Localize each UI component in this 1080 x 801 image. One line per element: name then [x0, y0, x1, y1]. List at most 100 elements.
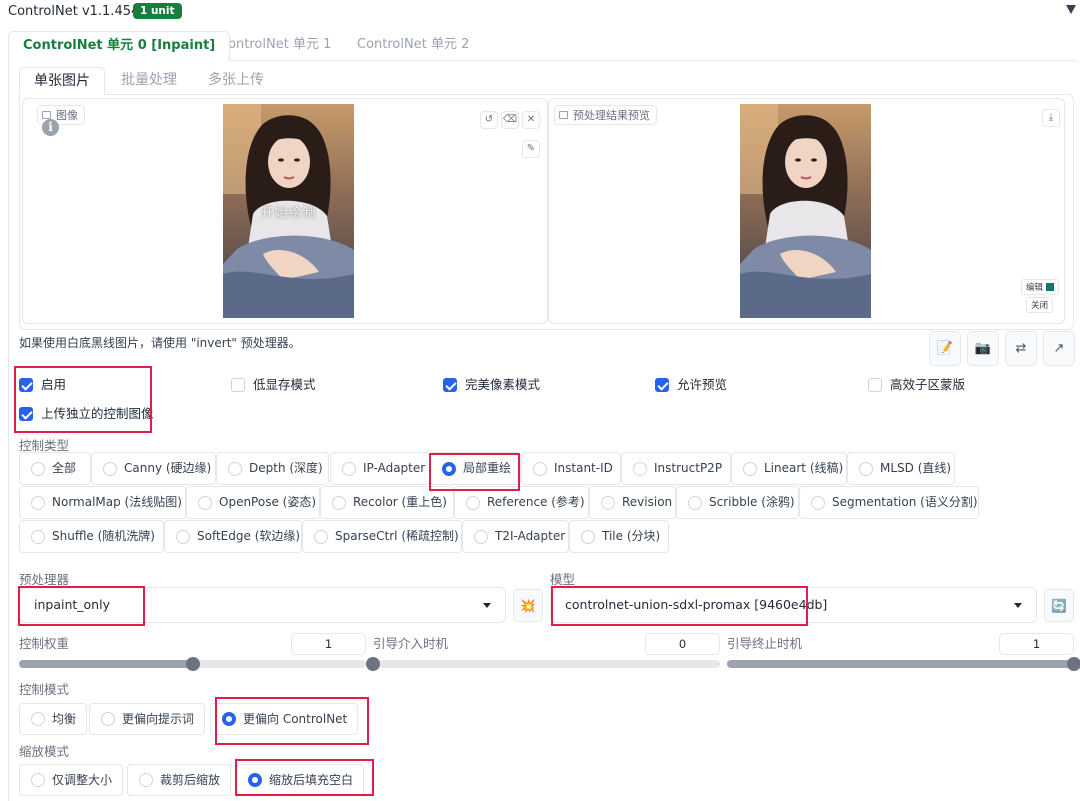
radio-dot [811, 496, 825, 510]
guidance-end-input[interactable]: 1 [999, 633, 1074, 655]
refresh-models-button[interactable]: 🔄 [1044, 589, 1074, 622]
edit-tool-button[interactable]: 📝 [929, 331, 961, 366]
undo-button[interactable]: ↺ [480, 111, 498, 129]
low-vram-checkbox[interactable]: 低显存模式 [231, 376, 316, 394]
control-type-lineart[interactable]: Lineart (线稿) [731, 452, 847, 485]
slider-thumb[interactable] [185, 657, 200, 671]
control-type-depth-label: Depth (深度) [249, 461, 323, 475]
control-type-instructp2p[interactable]: InstructP2P [621, 452, 731, 485]
control-weight-slider[interactable] [19, 657, 366, 671]
control-mode-label: 控制模式 [19, 682, 70, 697]
checkbox-box [231, 378, 245, 392]
start-drawing-text: 开始绘制 [260, 206, 317, 221]
info-icon[interactable]: i [42, 119, 59, 136]
control-type-reference[interactable]: Reference (参考) [454, 486, 589, 519]
preprocessor-label: 预处理器 [19, 572, 70, 587]
control-type-ip-adapter[interactable]: IP-Adapter [330, 452, 430, 485]
control-mode-controlnet[interactable]: 更偏向 ControlNet [210, 703, 359, 735]
control-type-inpaint[interactable]: 局部重绘 [430, 452, 521, 485]
camera-button[interactable]: 📷 [967, 331, 999, 366]
control-type-all[interactable]: 全部 [19, 452, 91, 485]
radio-dot [466, 496, 480, 510]
pixel-perfect-label: 完美像素模式 [465, 377, 541, 392]
control-type-recolor[interactable]: Recolor (重上色) [320, 486, 454, 519]
control-type-t2i-adapter[interactable]: T2I-Adapter [462, 520, 569, 553]
checkbox-box [443, 378, 457, 392]
checkbox-box [19, 378, 33, 392]
swap-button[interactable]: ⇄ [1005, 331, 1037, 366]
run-preprocessor-button[interactable]: 💥 [513, 589, 543, 622]
image-icon [42, 111, 51, 119]
enable-label: 启用 [41, 377, 67, 392]
control-weight-input[interactable]: 1 [291, 633, 366, 655]
control-type-lineart-label: Lineart (线稿) [764, 461, 844, 475]
control-type-softedge[interactable]: SoftEdge (软边缘) [164, 520, 302, 553]
control-mode-prompt[interactable]: 更偏向提示词 [89, 703, 206, 735]
send-dimensions-button[interactable]: ↗ [1043, 331, 1075, 366]
close-button[interactable]: ✕ [522, 111, 540, 129]
brush-button[interactable]: ✎ [522, 140, 540, 158]
control-type-tile[interactable]: Tile (分块) [569, 520, 669, 553]
download-button[interactable]: ⤓ [1042, 109, 1060, 127]
control-type-normalmap[interactable]: NormalMap (法线贴图) [19, 486, 186, 519]
control-type-reference-label: Reference (参考) [487, 495, 585, 509]
preview-label: 预处理结果预览 [554, 105, 657, 125]
slider-thumb[interactable] [1067, 657, 1080, 671]
tab-multi-upload[interactable]: 多张上传 [194, 67, 278, 95]
clear-button[interactable]: ⌫ [501, 111, 519, 129]
edit-tag[interactable]: 编辑 [1021, 279, 1060, 295]
control-type-tile-label: Tile (分块) [602, 529, 661, 543]
unit-count-badge: 1 unit [133, 3, 182, 19]
slider-thumb[interactable] [366, 657, 380, 671]
guidance-end-slider[interactable] [727, 657, 1080, 671]
radio-dot [859, 462, 873, 476]
control-type-shuffle-label: Shuffle (随机洗牌) [52, 529, 155, 543]
resize-mode-just-resize[interactable]: 仅调整大小 [19, 764, 124, 796]
control-type-shuffle[interactable]: Shuffle (随机洗牌) [19, 520, 164, 553]
tab-unit-2[interactable]: ControlNet 单元 2 [343, 31, 483, 61]
guidance-start-slider[interactable] [366, 657, 720, 671]
control-type-sparsectrl-label: SparseCtrl (稀疏控制) [335, 529, 459, 543]
enable-checkbox[interactable]: 启用 [19, 376, 66, 394]
close-preview-button[interactable]: 关闭 [1026, 297, 1054, 313]
radio-dot [31, 773, 45, 787]
slider-fill [727, 660, 1074, 668]
control-type-canny[interactable]: Canny (硬边缘) [91, 452, 216, 485]
efficient-mask-label: 高效子区蒙版 [890, 377, 966, 392]
control-type-t2i-adapter-label: T2I-Adapter [495, 529, 566, 543]
guidance-end-label: 引导终止时机 [727, 636, 803, 651]
control-mode-balanced[interactable]: 均衡 [19, 703, 88, 735]
tab-batch[interactable]: 批量处理 [107, 67, 191, 95]
control-type-segmentation[interactable]: Segmentation (语义分割) [799, 486, 979, 519]
control-type-sparsectrl[interactable]: SparseCtrl (稀疏控制) [302, 520, 462, 553]
collapse-triangle-icon[interactable] [1066, 5, 1076, 14]
resize-mode-crop[interactable]: 裁剪后缩放 [127, 764, 232, 796]
control-type-instant-id[interactable]: Instant-ID [521, 452, 621, 485]
radio-dot [533, 462, 547, 476]
control-type-canny-label: Canny (硬边缘) [124, 461, 212, 475]
checkbox-box [868, 378, 882, 392]
control-type-depth[interactable]: Depth (深度) [216, 452, 329, 485]
allow-preview-checkbox[interactable]: 允许预览 [655, 376, 727, 394]
control-type-recolor-label: Recolor (重上色) [353, 495, 447, 509]
radio-dot [176, 530, 190, 544]
preprocessor-dropdown[interactable]: inpaint_only [19, 587, 506, 623]
tab-single-image[interactable]: 单张图片 [19, 67, 105, 95]
upload-control-image-checkbox[interactable]: 上传独立的控制图像 [19, 405, 154, 423]
resize-mode-fill[interactable]: 缩放后填充空白 [236, 764, 365, 796]
control-type-segmentation-label: Segmentation (语义分割) [832, 495, 978, 509]
control-type-scribble[interactable]: Scribble (涂鸦) [676, 486, 799, 519]
model-label: 模型 [550, 572, 576, 587]
efficient-mask-checkbox[interactable]: 高效子区蒙版 [868, 376, 965, 394]
control-type-revision[interactable]: Revision [589, 486, 676, 519]
tab-unit-0[interactable]: ControlNet 单元 0 [Inpaint] [8, 31, 231, 61]
guidance-start-input[interactable]: 0 [645, 633, 720, 655]
pixel-perfect-checkbox[interactable]: 完美像素模式 [443, 376, 540, 394]
control-type-all-label: 全部 [52, 461, 77, 475]
control-type-scribble-label: Scribble (涂鸦) [709, 495, 795, 509]
radio-dot [474, 530, 488, 544]
model-dropdown[interactable]: controlnet-union-sdxl-promax [9460e4db] [550, 587, 1037, 623]
control-type-mlsd[interactable]: MLSD (直线) [847, 452, 955, 485]
radio-dot [314, 530, 328, 544]
control-type-openpose[interactable]: OpenPose (姿态) [186, 486, 320, 519]
